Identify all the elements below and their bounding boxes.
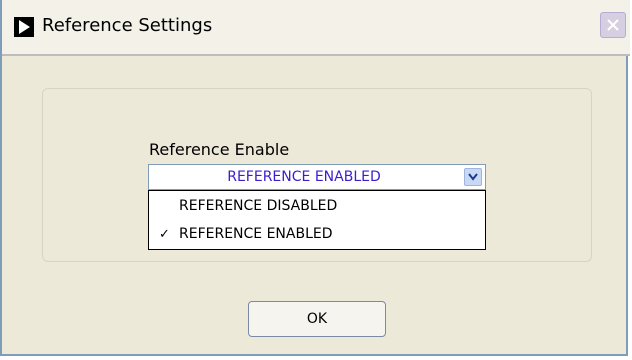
ok-button[interactable]: OK	[248, 301, 386, 337]
option-label: REFERENCE ENABLED	[179, 226, 333, 242]
option-reference-disabled[interactable]: REFERENCE DISABLED	[149, 193, 485, 221]
reference-enable-select[interactable]: REFERENCE ENABLED	[148, 164, 486, 190]
reference-settings-dialog: Reference Settings Reference Enable REFE…	[0, 0, 630, 356]
option-reference-enabled[interactable]: ✓ REFERENCE ENABLED	[149, 221, 485, 249]
selected-value: REFERENCE ENABLED	[227, 169, 381, 185]
close-button[interactable]	[600, 12, 626, 38]
reference-enable-label: Reference Enable	[149, 140, 290, 159]
check-mark-icon: ✓	[159, 227, 170, 242]
close-icon	[607, 19, 619, 31]
option-label: REFERENCE DISABLED	[179, 198, 338, 214]
title-bar: Reference Settings	[2, 0, 630, 56]
dropdown-arrow-button[interactable]	[464, 168, 482, 186]
dropdown-options-list: REFERENCE DISABLED ✓ REFERENCE ENABLED	[148, 190, 486, 250]
play-arrow-icon	[14, 17, 34, 37]
chevron-down-icon	[468, 173, 478, 181]
ok-button-label: OK	[306, 311, 328, 327]
window-title: Reference Settings	[42, 15, 213, 36]
